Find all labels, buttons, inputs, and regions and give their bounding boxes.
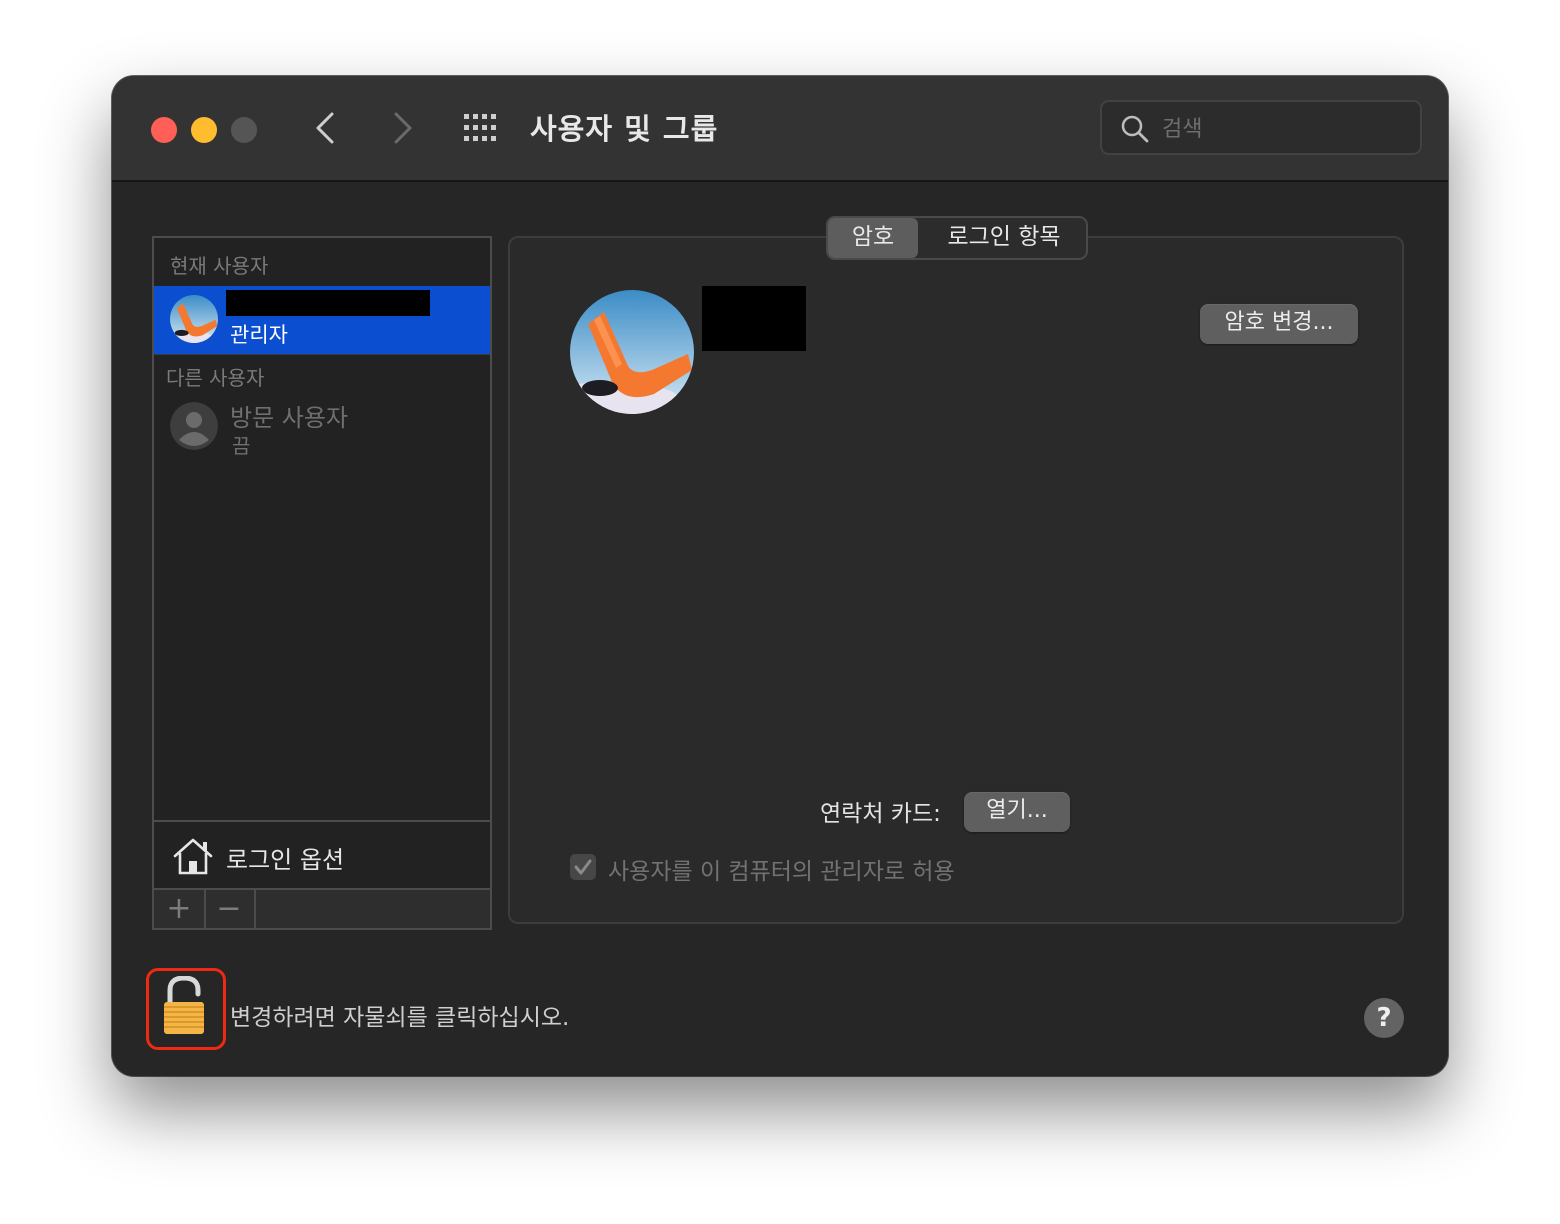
search-icon	[1121, 115, 1149, 143]
lock-open-icon[interactable]	[160, 976, 208, 1036]
list-toolbar: + −	[152, 888, 492, 930]
add-user-button[interactable]: +	[154, 890, 206, 928]
current-users-header: 현재 사용자	[170, 254, 269, 278]
chevron-right-icon	[394, 112, 412, 144]
current-user-role: 관리자	[230, 323, 288, 347]
search-input[interactable]	[1160, 110, 1404, 148]
zoom-button[interactable]	[231, 117, 257, 143]
divider	[154, 354, 490, 355]
show-all-button[interactable]	[462, 112, 502, 144]
login-options-label: 로그인 옵션	[226, 846, 345, 874]
chevron-left-icon	[316, 112, 334, 144]
open-contact-card-button[interactable]: 열기...	[964, 792, 1070, 832]
guest-user-icon	[170, 402, 218, 450]
change-password-button[interactable]: 암호 변경...	[1200, 304, 1358, 344]
remove-user-button[interactable]: −	[204, 890, 256, 928]
avatar	[170, 295, 218, 343]
list-item-current-user[interactable]: 관리자	[154, 286, 490, 354]
tab-password[interactable]: 암호	[828, 218, 918, 258]
window-title: 사용자 및 그룹	[530, 112, 719, 146]
tab-login-items[interactable]: 로그인 항목	[920, 218, 1086, 258]
home-icon	[173, 838, 213, 875]
allow-admin-checkbox[interactable]	[570, 854, 596, 880]
guest-user-status: 끔	[232, 434, 251, 458]
login-options-item[interactable]: 로그인 옵션	[154, 820, 490, 888]
contact-card-label: 연락처 카드:	[820, 801, 941, 827]
close-button[interactable]	[151, 117, 177, 143]
redacted-user-name	[226, 290, 430, 316]
forward-button[interactable]	[380, 106, 424, 150]
title-bar: 사용자 및 그룹	[112, 76, 1448, 182]
guest-user-name[interactable]: 방문 사용자	[230, 398, 348, 433]
lock-instruction-text: 변경하려면 자물쇠를 클릭하십시오.	[230, 1005, 570, 1031]
user-picture[interactable]	[570, 290, 694, 414]
help-button[interactable]: ?	[1364, 998, 1404, 1038]
minimize-button[interactable]	[191, 117, 217, 143]
other-users-header: 다른 사용자	[166, 366, 265, 390]
tab-control: 암호 로그인 항목	[826, 216, 1088, 260]
redacted-full-name	[702, 286, 806, 351]
grid-icon	[464, 114, 496, 141]
checkmark-icon	[574, 859, 592, 875]
search-field[interactable]	[1100, 100, 1422, 155]
allow-admin-label: 사용자를 이 컴퓨터의 관리자로 허용	[608, 859, 955, 885]
back-button[interactable]	[304, 106, 348, 150]
system-preferences-window: 사용자 및 그룹 현재 사용자 관리자	[112, 76, 1448, 1076]
user-list: 현재 사용자 관리자 다른 사용자 방문 사용자 끔 로그인 옵션	[152, 236, 492, 930]
